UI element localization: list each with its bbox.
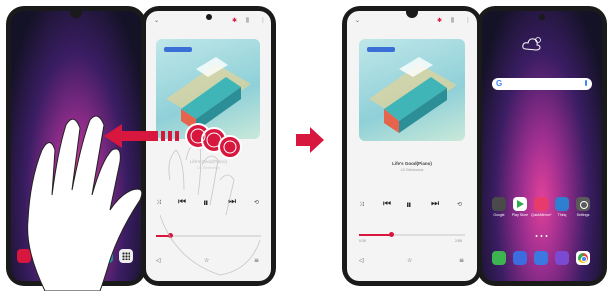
shuffle-icon[interactable]: ⤨ (359, 201, 364, 209)
album-art (359, 39, 465, 141)
app-label: Google (493, 213, 505, 217)
time-total: 2:55 (455, 239, 462, 243)
app-label: Settings (576, 213, 590, 217)
more-icon[interactable]: ⋮ (465, 17, 471, 24)
app-label: Play Store (511, 213, 529, 217)
bluetooth-icon[interactable]: ✱ (437, 17, 442, 24)
thinq-icon[interactable] (555, 197, 569, 211)
right-device-dual-body: G Google Play Store QuickMemo+ Thinq Set… (477, 6, 607, 286)
settings-icon[interactable] (576, 197, 590, 211)
home-screen[interactable]: G Google Play Store QuickMemo+ Thinq Set… (482, 11, 602, 281)
next-icon[interactable]: ⏭ (431, 199, 439, 209)
page-indicator (534, 235, 550, 237)
notch (406, 11, 418, 18)
album-art-illustration (367, 47, 457, 133)
favorite-icon[interactable]: ☆ (407, 257, 412, 264)
messages-app-icon[interactable] (513, 251, 527, 265)
google-search-bar[interactable]: G (492, 78, 592, 90)
swipe-gesture-illustration (27, 115, 261, 291)
right-device-main-body: ⌄ ✱ ⫼ ⋮ Life's Good(Piano) LG Electronic… (342, 6, 482, 286)
chrome-app-icon[interactable] (576, 251, 590, 265)
app-label: QuickMemo+ (531, 213, 552, 217)
weather-icon[interactable] (522, 35, 544, 53)
progress-thumb[interactable] (389, 232, 394, 237)
song-artist: LG Electronics (400, 168, 424, 172)
google-logo-icon: G (496, 79, 503, 88)
google-folder-icon[interactable] (492, 197, 506, 211)
repeat-icon[interactable]: ⟲ (457, 201, 462, 208)
transition-arrow-icon (296, 127, 324, 153)
play-store-icon[interactable] (513, 197, 527, 211)
music-player-screen[interactable]: ⌄ ✱ ⫼ ⋮ Life's Good(Piano) LG Electronic… (347, 11, 477, 281)
quickmemo-icon[interactable] (534, 197, 548, 211)
microphone-icon[interactable] (585, 80, 587, 86)
app-label: Thinq (557, 213, 567, 217)
phone-app-icon[interactable] (492, 251, 506, 265)
gallery-app-icon[interactable] (555, 251, 569, 265)
time-elapsed: 0:39 (359, 239, 366, 243)
collapse-icon[interactable]: ⌄ (355, 17, 360, 24)
camera-app-icon[interactable] (534, 251, 548, 265)
progress-fill (359, 234, 391, 236)
playlist-icon[interactable]: ≡ (459, 257, 464, 264)
pause-icon[interactable]: ⏸ (406, 198, 412, 212)
camera (539, 14, 545, 20)
song-title: Life's Good(Piano) (392, 161, 432, 166)
volume-icon[interactable]: ◁ (359, 257, 364, 264)
equalizer-icon[interactable]: ⫼ (451, 17, 454, 25)
previous-icon[interactable]: ⏮ (383, 199, 391, 209)
